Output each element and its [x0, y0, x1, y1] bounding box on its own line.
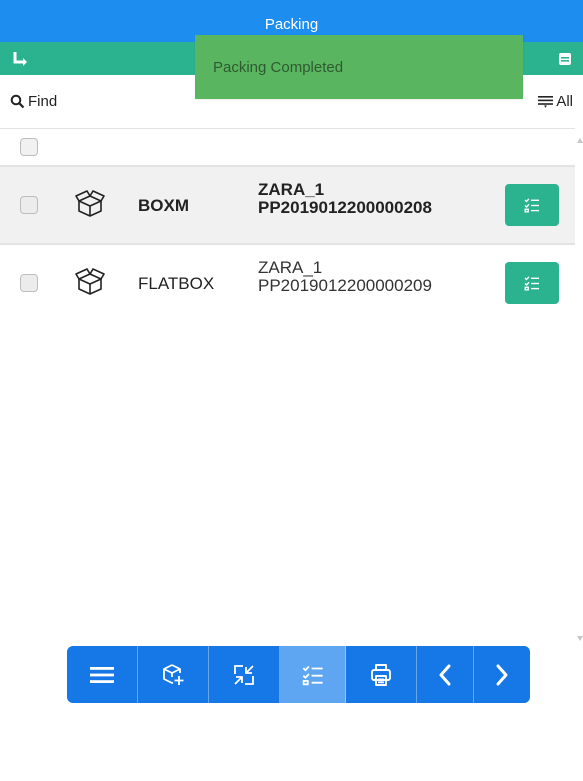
previous-button[interactable]	[417, 646, 474, 703]
compress-button[interactable]	[209, 646, 280, 703]
page-title: Packing	[264, 16, 319, 33]
package-code: BOXM	[138, 196, 189, 215]
print-icon	[371, 663, 391, 686]
toast-message: Packing Completed	[213, 59, 344, 76]
print-button[interactable]	[346, 646, 417, 703]
add-box-button[interactable]	[138, 646, 209, 703]
reference-line-2: PP2019012200000209	[258, 276, 432, 295]
find-button[interactable]: Find	[10, 93, 57, 110]
toast-notification: Packing Completed	[195, 35, 523, 99]
return-arrow-icon[interactable]	[12, 50, 30, 68]
box-icon	[75, 190, 105, 217]
table-row[interactable]: FLATBOX ZARA_1 PP2019012200000209	[0, 245, 575, 321]
box-icon	[75, 268, 105, 295]
chevron-right-icon	[496, 664, 508, 685]
checklist-icon	[302, 665, 323, 685]
checklist-button[interactable]	[280, 646, 346, 703]
row-checkbox[interactable]	[20, 274, 38, 292]
filter-all-button[interactable]: All	[538, 93, 573, 110]
chevron-left-icon	[439, 664, 451, 685]
row-details-button[interactable]	[505, 262, 559, 304]
menu-icon	[90, 666, 114, 683]
scroll-down-arrow[interactable]	[577, 636, 583, 641]
filter-lines-icon	[538, 96, 554, 108]
reference-line-1: ZARA_1	[258, 180, 325, 199]
list-scrollbar[interactable]	[575, 128, 583, 648]
all-label: All	[556, 93, 573, 110]
document-icon[interactable]	[557, 51, 573, 67]
search-icon	[10, 94, 25, 109]
checklist-icon	[524, 198, 539, 213]
find-label: Find	[28, 93, 58, 110]
table-row[interactable]: BOXM ZARA_1 PP2019012200000208	[0, 167, 575, 245]
row-checkbox[interactable]	[20, 196, 38, 214]
menu-button[interactable]	[67, 646, 138, 703]
compress-icon	[234, 664, 254, 685]
add-box-icon	[163, 663, 184, 685]
list-header-row	[0, 129, 575, 167]
bottom-toolbar	[67, 646, 530, 703]
package-reference: ZARA_1 PP2019012200000209	[258, 259, 432, 295]
package-code: FLATBOX	[138, 274, 215, 293]
reference-line-1: ZARA_1	[258, 258, 323, 277]
row-details-button[interactable]	[505, 184, 559, 226]
next-button[interactable]	[474, 646, 530, 703]
checklist-icon	[524, 276, 539, 291]
reference-line-2: PP2019012200000208	[258, 198, 432, 217]
package-list: BOXM ZARA_1 PP2019012200000208 FLATBOX Z…	[0, 128, 575, 649]
package-reference: ZARA_1 PP2019012200000208	[258, 181, 432, 217]
select-all-checkbox[interactable]	[20, 138, 38, 156]
scroll-up-arrow[interactable]	[577, 138, 583, 143]
